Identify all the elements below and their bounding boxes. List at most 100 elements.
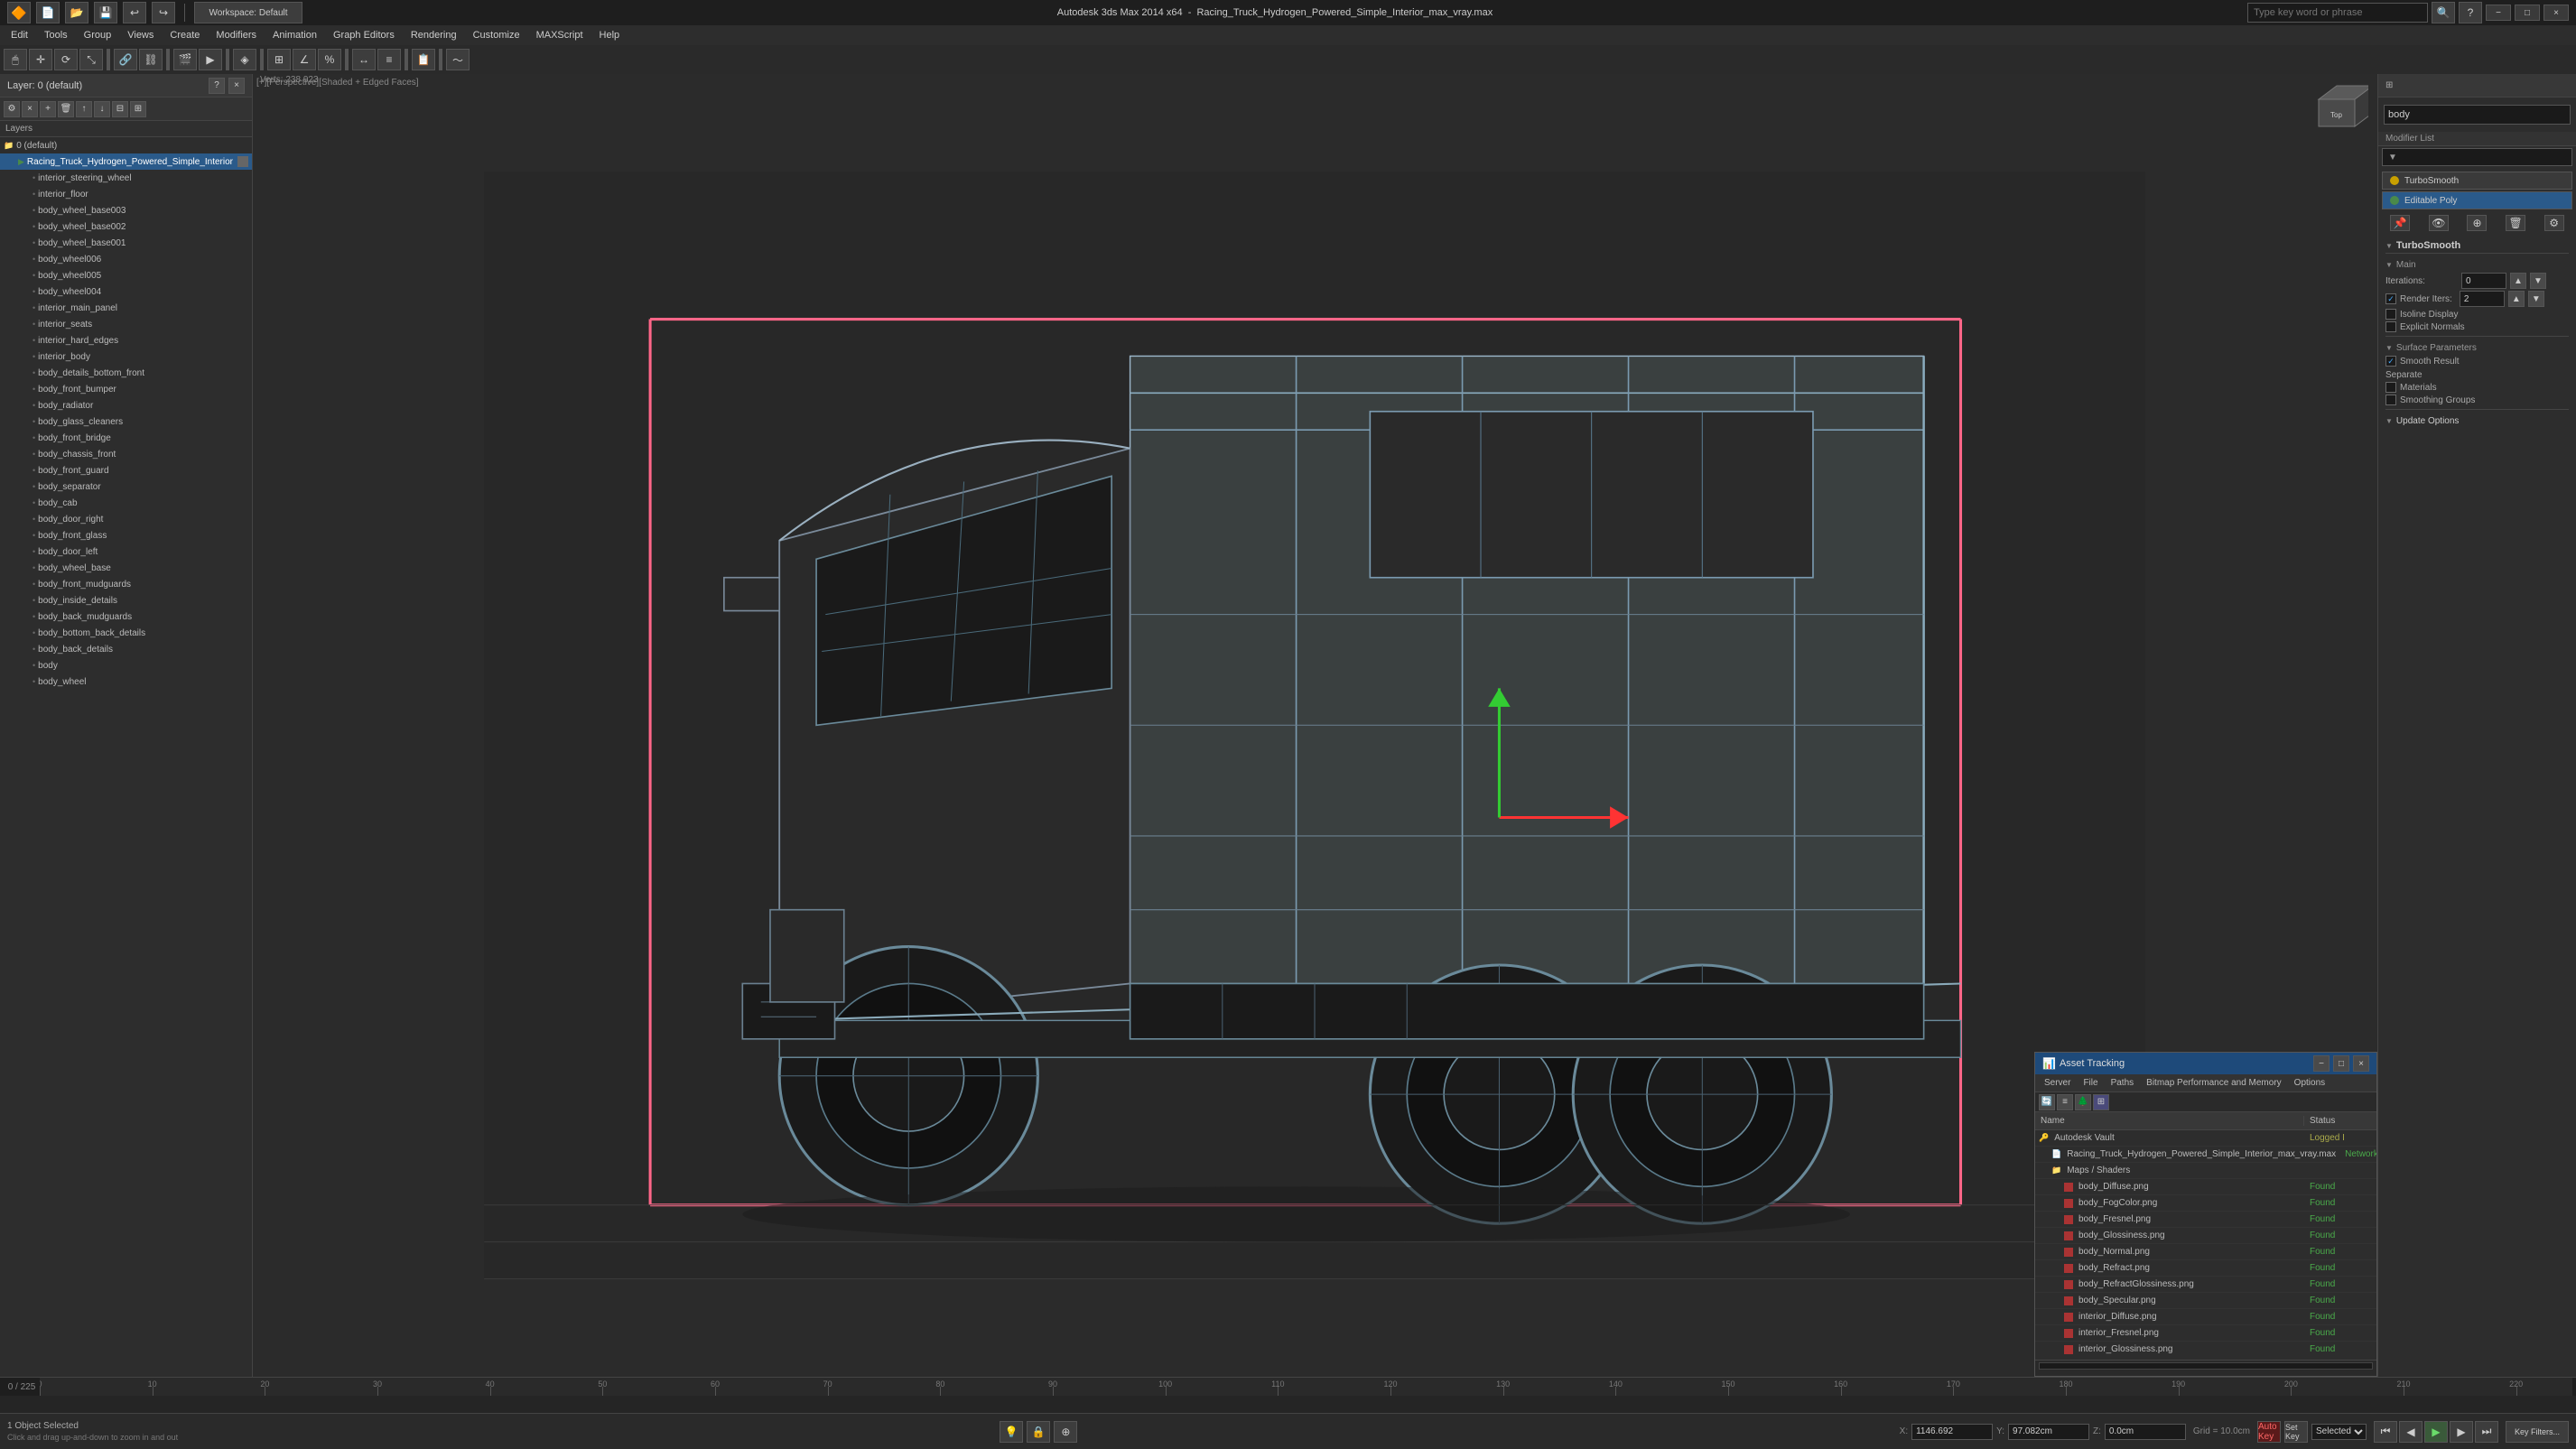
- layer-item[interactable]: •body_wheel_base001: [0, 235, 252, 251]
- key-mode-select[interactable]: Selected: [2311, 1424, 2367, 1440]
- explicit-normals-checkbox[interactable]: [2385, 321, 2396, 332]
- layer-item[interactable]: •body_wheel: [0, 673, 252, 690]
- layer-item[interactable]: •body_wheel006: [0, 251, 252, 267]
- layer-item[interactable]: •interior_hard_edges: [0, 332, 252, 348]
- render-iters-up[interactable]: ▲: [2508, 291, 2525, 307]
- asset-row[interactable]: 🔑Autodesk VaultLogged I: [2035, 1130, 2376, 1147]
- asset-list-view[interactable]: ≡: [2057, 1094, 2073, 1110]
- layer-item[interactable]: •body_chassis_front: [0, 446, 252, 462]
- curve-editor[interactable]: 〜: [446, 49, 470, 70]
- layer-item[interactable]: •body_front_mudguards: [0, 576, 252, 592]
- modifier-editable-poly[interactable]: Editable Poly: [2382, 191, 2572, 209]
- asset-row[interactable]: body_Refract.pngFound: [2035, 1260, 2376, 1277]
- menu-animation[interactable]: Animation: [265, 28, 324, 42]
- close-button[interactable]: ×: [2543, 5, 2569, 21]
- rotate-tool[interactable]: ⟳: [54, 49, 78, 70]
- layer-item[interactable]: •body_radiator: [0, 397, 252, 413]
- search-input[interactable]: [2247, 3, 2428, 23]
- main-section[interactable]: ▼ Main: [2385, 257, 2569, 273]
- select-tool[interactable]: 🖱: [4, 49, 27, 70]
- layer-item[interactable]: •body_cab: [0, 495, 252, 511]
- asset-menu-paths[interactable]: Paths: [2106, 1077, 2140, 1089]
- menu-tools[interactable]: Tools: [37, 28, 75, 42]
- status-coord-select[interactable]: ⊕: [1054, 1421, 1077, 1443]
- redo-button[interactable]: ↪: [152, 2, 175, 23]
- status-light-btn[interactable]: 💡: [1000, 1421, 1023, 1443]
- smooth-result-checkbox[interactable]: [2385, 356, 2396, 367]
- render-iters-down[interactable]: ▼: [2528, 291, 2544, 307]
- iterations-input[interactable]: [2461, 273, 2506, 289]
- app-icon[interactable]: 🔶: [7, 2, 31, 23]
- layer-manager[interactable]: 📋: [412, 49, 435, 70]
- layer-item[interactable]: •interior_steering_wheel: [0, 170, 252, 186]
- layer-add[interactable]: +: [40, 101, 56, 117]
- mirror-tool[interactable]: ↔: [352, 49, 376, 70]
- layer-item[interactable]: •body_front_glass: [0, 527, 252, 543]
- set-key-btn[interactable]: Set Key: [2284, 1421, 2308, 1443]
- show-result[interactable]: 👁: [2429, 215, 2449, 231]
- layer-delete[interactable]: 🗑: [58, 101, 74, 117]
- goto-start[interactable]: ⏮: [2374, 1421, 2397, 1443]
- asset-row[interactable]: body_Specular.pngFound: [2035, 1293, 2376, 1309]
- goto-end[interactable]: ⏭: [2475, 1421, 2498, 1443]
- modifier-turbosmooth[interactable]: TurboSmooth: [2382, 172, 2572, 190]
- align-tool[interactable]: ≡: [377, 49, 401, 70]
- asset-row[interactable]: interior_Diffuse.pngFound: [2035, 1309, 2376, 1325]
- layer-item[interactable]: •body_wheel005: [0, 267, 252, 283]
- asset-row[interactable]: interior_Fresnel.pngFound: [2035, 1325, 2376, 1342]
- layer-item[interactable]: •interior_main_panel: [0, 300, 252, 316]
- menu-edit[interactable]: Edit: [4, 28, 35, 42]
- pin-stack[interactable]: 📌: [2390, 215, 2410, 231]
- asset-menu-bitmap[interactable]: Bitmap Performance and Memory: [2141, 1077, 2287, 1089]
- asset-menu-options[interactable]: Options: [2289, 1077, 2330, 1089]
- layer-item[interactable]: •interior_seats: [0, 316, 252, 332]
- panel-help-btn[interactable]: ?: [209, 78, 225, 94]
- layer-item[interactable]: •body: [0, 657, 252, 673]
- menu-help[interactable]: Help: [592, 28, 628, 42]
- layer-item[interactable]: •body_bottom_back_details: [0, 625, 252, 641]
- layer-item[interactable]: •body_wheel004: [0, 283, 252, 300]
- asset-refresh[interactable]: 🔄: [2039, 1094, 2055, 1110]
- iterations-up[interactable]: ▲: [2510, 273, 2526, 289]
- asset-row[interactable]: 📁Maps / Shaders: [2035, 1163, 2376, 1179]
- nav-cube[interactable]: Top: [2314, 81, 2368, 135]
- layer-item[interactable]: •body_front_bumper: [0, 381, 252, 397]
- coord-z[interactable]: 0.0cm: [2105, 1424, 2186, 1440]
- layer-collapse[interactable]: ⊟: [112, 101, 128, 117]
- update-options-section[interactable]: ▼ Update Options: [2385, 413, 2569, 429]
- asset-maximize[interactable]: □: [2333, 1055, 2349, 1072]
- asset-scrollbar[interactable]: [2039, 1362, 2373, 1370]
- status-lock-btn[interactable]: 🔒: [1027, 1421, 1050, 1443]
- layer-move-up[interactable]: ↑: [76, 101, 92, 117]
- next-frame[interactable]: ▶: [2450, 1421, 2473, 1443]
- layer-item[interactable]: ▶Racing_Truck_Hydrogen_Powered_Simple_In…: [0, 153, 252, 170]
- object-name-input[interactable]: [2384, 105, 2571, 125]
- layer-move-down[interactable]: ↓: [94, 101, 110, 117]
- render-iters-input[interactable]: [2460, 291, 2505, 307]
- asset-row[interactable]: 📄Racing_Truck_Hydrogen_Powered_Simple_In…: [2035, 1147, 2376, 1163]
- asset-row[interactable]: body_Glossiness.pngFound: [2035, 1228, 2376, 1244]
- render-scene[interactable]: 🎬: [173, 49, 197, 70]
- auto-key-btn[interactable]: Auto Key: [2257, 1421, 2281, 1443]
- layer-item[interactable]: •body_front_bridge: [0, 430, 252, 446]
- save-button[interactable]: 💾: [94, 2, 117, 23]
- menu-modifiers[interactable]: Modifiers: [209, 28, 264, 42]
- play[interactable]: ▶: [2424, 1421, 2448, 1443]
- layer-item[interactable]: •body_back_details: [0, 641, 252, 657]
- key-filters-btn[interactable]: Key Filters...: [2506, 1421, 2569, 1443]
- workspace-dropdown[interactable]: Workspace: Default: [194, 2, 302, 23]
- asset-row[interactable]: body_Fresnel.pngFound: [2035, 1212, 2376, 1228]
- menu-views[interactable]: Views: [120, 28, 161, 42]
- new-button[interactable]: 📄: [36, 2, 60, 23]
- remove-mod[interactable]: 🗑: [2506, 215, 2525, 231]
- asset-row[interactable]: body_Diffuse.pngFound: [2035, 1179, 2376, 1195]
- percent-snap[interactable]: %: [318, 49, 341, 70]
- search-button[interactable]: 🔍: [2432, 2, 2455, 23]
- asset-menu-file[interactable]: File: [2078, 1077, 2103, 1089]
- asset-close[interactable]: ×: [2353, 1055, 2369, 1072]
- layer-item[interactable]: •body_separator: [0, 478, 252, 495]
- surface-params-section[interactable]: ▼ Surface Parameters: [2385, 340, 2569, 356]
- layer-item[interactable]: •body_door_left: [0, 543, 252, 560]
- layer-item[interactable]: •body_inside_details: [0, 592, 252, 608]
- layer-expand[interactable]: ⊞: [130, 101, 146, 117]
